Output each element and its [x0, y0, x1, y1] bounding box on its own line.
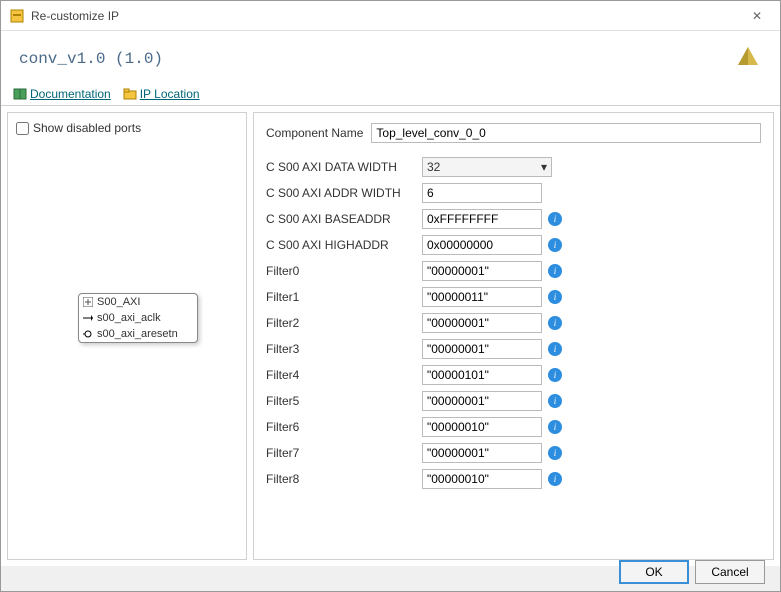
block-port-s00-axi: S00_AXI [79, 294, 197, 310]
show-disabled-ports-checkbox[interactable]: Show disabled ports [16, 121, 238, 135]
left-pane: Show disabled ports S00_AXI s00_axi_aclk… [7, 112, 247, 560]
parameter-list: C S00 AXI DATA WIDTH 32 ▾ C S00 AXI ADDR WI… [266, 157, 761, 489]
footer: OK Cancel [619, 560, 765, 584]
param-row: C S00 AXI ADDR WIDTH [266, 183, 761, 203]
param-row: Filter5 i [266, 391, 761, 411]
param-label: Filter0 [266, 264, 416, 278]
param-row: Filter0 i [266, 261, 761, 281]
component-name-row: Component Name [266, 123, 761, 143]
param-select[interactable]: 32 ▾ [422, 157, 552, 177]
param-input[interactable] [422, 261, 542, 281]
block-port-label: S00_AXI [97, 296, 140, 308]
book-icon [13, 87, 27, 101]
ok-button[interactable]: OK [619, 560, 689, 584]
right-pane: Component Name C S00 AXI DATA WIDTH32▾C … [253, 112, 774, 560]
info-icon[interactable]: i [548, 342, 562, 356]
param-label: Filter2 [266, 316, 416, 330]
param-label: Filter4 [266, 368, 416, 382]
param-input[interactable] [422, 469, 542, 489]
param-label: Filter5 [266, 394, 416, 408]
vendor-logo-icon [734, 45, 762, 73]
component-name-input[interactable] [371, 123, 761, 143]
param-input[interactable] [422, 209, 542, 229]
param-row: Filter6 i [266, 417, 761, 437]
param-row: C S00 AXI BASEADDR i [266, 209, 761, 229]
param-select-value: 32 [427, 160, 440, 174]
close-button[interactable]: ✕ [742, 9, 772, 23]
show-disabled-ports-label: Show disabled ports [33, 121, 141, 135]
linkbar: Documentation IP Location [1, 83, 780, 106]
param-row: Filter1 i [266, 287, 761, 307]
window-title: Re-customize IP [31, 9, 742, 23]
param-row: Filter7 i [266, 443, 761, 463]
info-icon[interactable]: i [548, 264, 562, 278]
chevron-down-icon: ▾ [541, 160, 547, 174]
info-icon[interactable]: i [548, 238, 562, 252]
param-input[interactable] [422, 313, 542, 333]
param-input[interactable] [422, 443, 542, 463]
ip-name: conv_v1.0 (1.0) [19, 50, 734, 68]
component-name-label: Component Name [266, 126, 363, 140]
info-icon[interactable]: i [548, 394, 562, 408]
ip-location-link[interactable]: IP Location [123, 87, 200, 101]
port-in-icon [83, 313, 93, 323]
param-row: Filter4 i [266, 365, 761, 385]
info-icon[interactable]: i [548, 368, 562, 382]
param-input[interactable] [422, 287, 542, 307]
param-input[interactable] [422, 365, 542, 385]
documentation-link[interactable]: Documentation [13, 87, 111, 101]
plus-icon[interactable] [83, 297, 93, 307]
param-row: Filter3 i [266, 339, 761, 359]
info-icon[interactable]: i [548, 472, 562, 486]
param-label: Filter3 [266, 342, 416, 356]
info-icon[interactable]: i [548, 316, 562, 330]
cancel-button[interactable]: Cancel [695, 560, 765, 584]
param-row: Filter2 i [266, 313, 761, 333]
param-label: Filter1 [266, 290, 416, 304]
show-disabled-ports-input[interactable] [16, 122, 29, 135]
param-row: C S00 AXI DATA WIDTH 32 ▾ [266, 157, 761, 177]
param-input[interactable] [422, 391, 542, 411]
block-port-label: s00_axi_aclk [97, 312, 161, 324]
titlebar: Re-customize IP ✕ [1, 1, 780, 31]
info-icon[interactable]: i [548, 290, 562, 304]
header: conv_v1.0 (1.0) [1, 31, 780, 83]
info-icon[interactable]: i [548, 446, 562, 460]
port-reset-icon [83, 329, 93, 339]
block-port-label: s00_axi_aresetn [97, 328, 178, 340]
param-row: C S00 AXI HIGHADDR i [266, 235, 761, 255]
param-label: C S00 AXI BASEADDR [266, 212, 416, 226]
param-label: Filter8 [266, 472, 416, 486]
info-icon[interactable]: i [548, 420, 562, 434]
folder-icon [123, 87, 137, 101]
content: Show disabled ports S00_AXI s00_axi_aclk… [1, 106, 780, 566]
info-icon[interactable]: i [548, 212, 562, 226]
documentation-label: Documentation [30, 87, 111, 101]
param-input[interactable] [422, 339, 542, 359]
param-label: C S00 AXI ADDR WIDTH [266, 186, 416, 200]
block-port-aclk: s00_axi_aclk [79, 310, 197, 326]
param-label: C S00 AXI DATA WIDTH [266, 160, 416, 174]
block-port-aresetn: s00_axi_aresetn [79, 326, 197, 342]
param-input[interactable] [422, 417, 542, 437]
app-icon [9, 8, 25, 24]
param-input[interactable] [422, 183, 542, 203]
ip-location-label: IP Location [140, 87, 200, 101]
param-label: C S00 AXI HIGHADDR [266, 238, 416, 252]
param-input[interactable] [422, 235, 542, 255]
param-label: Filter7 [266, 446, 416, 460]
param-row: Filter8 i [266, 469, 761, 489]
param-label: Filter6 [266, 420, 416, 434]
block-diagram: S00_AXI s00_axi_aclk s00_axi_aresetn [78, 293, 198, 343]
